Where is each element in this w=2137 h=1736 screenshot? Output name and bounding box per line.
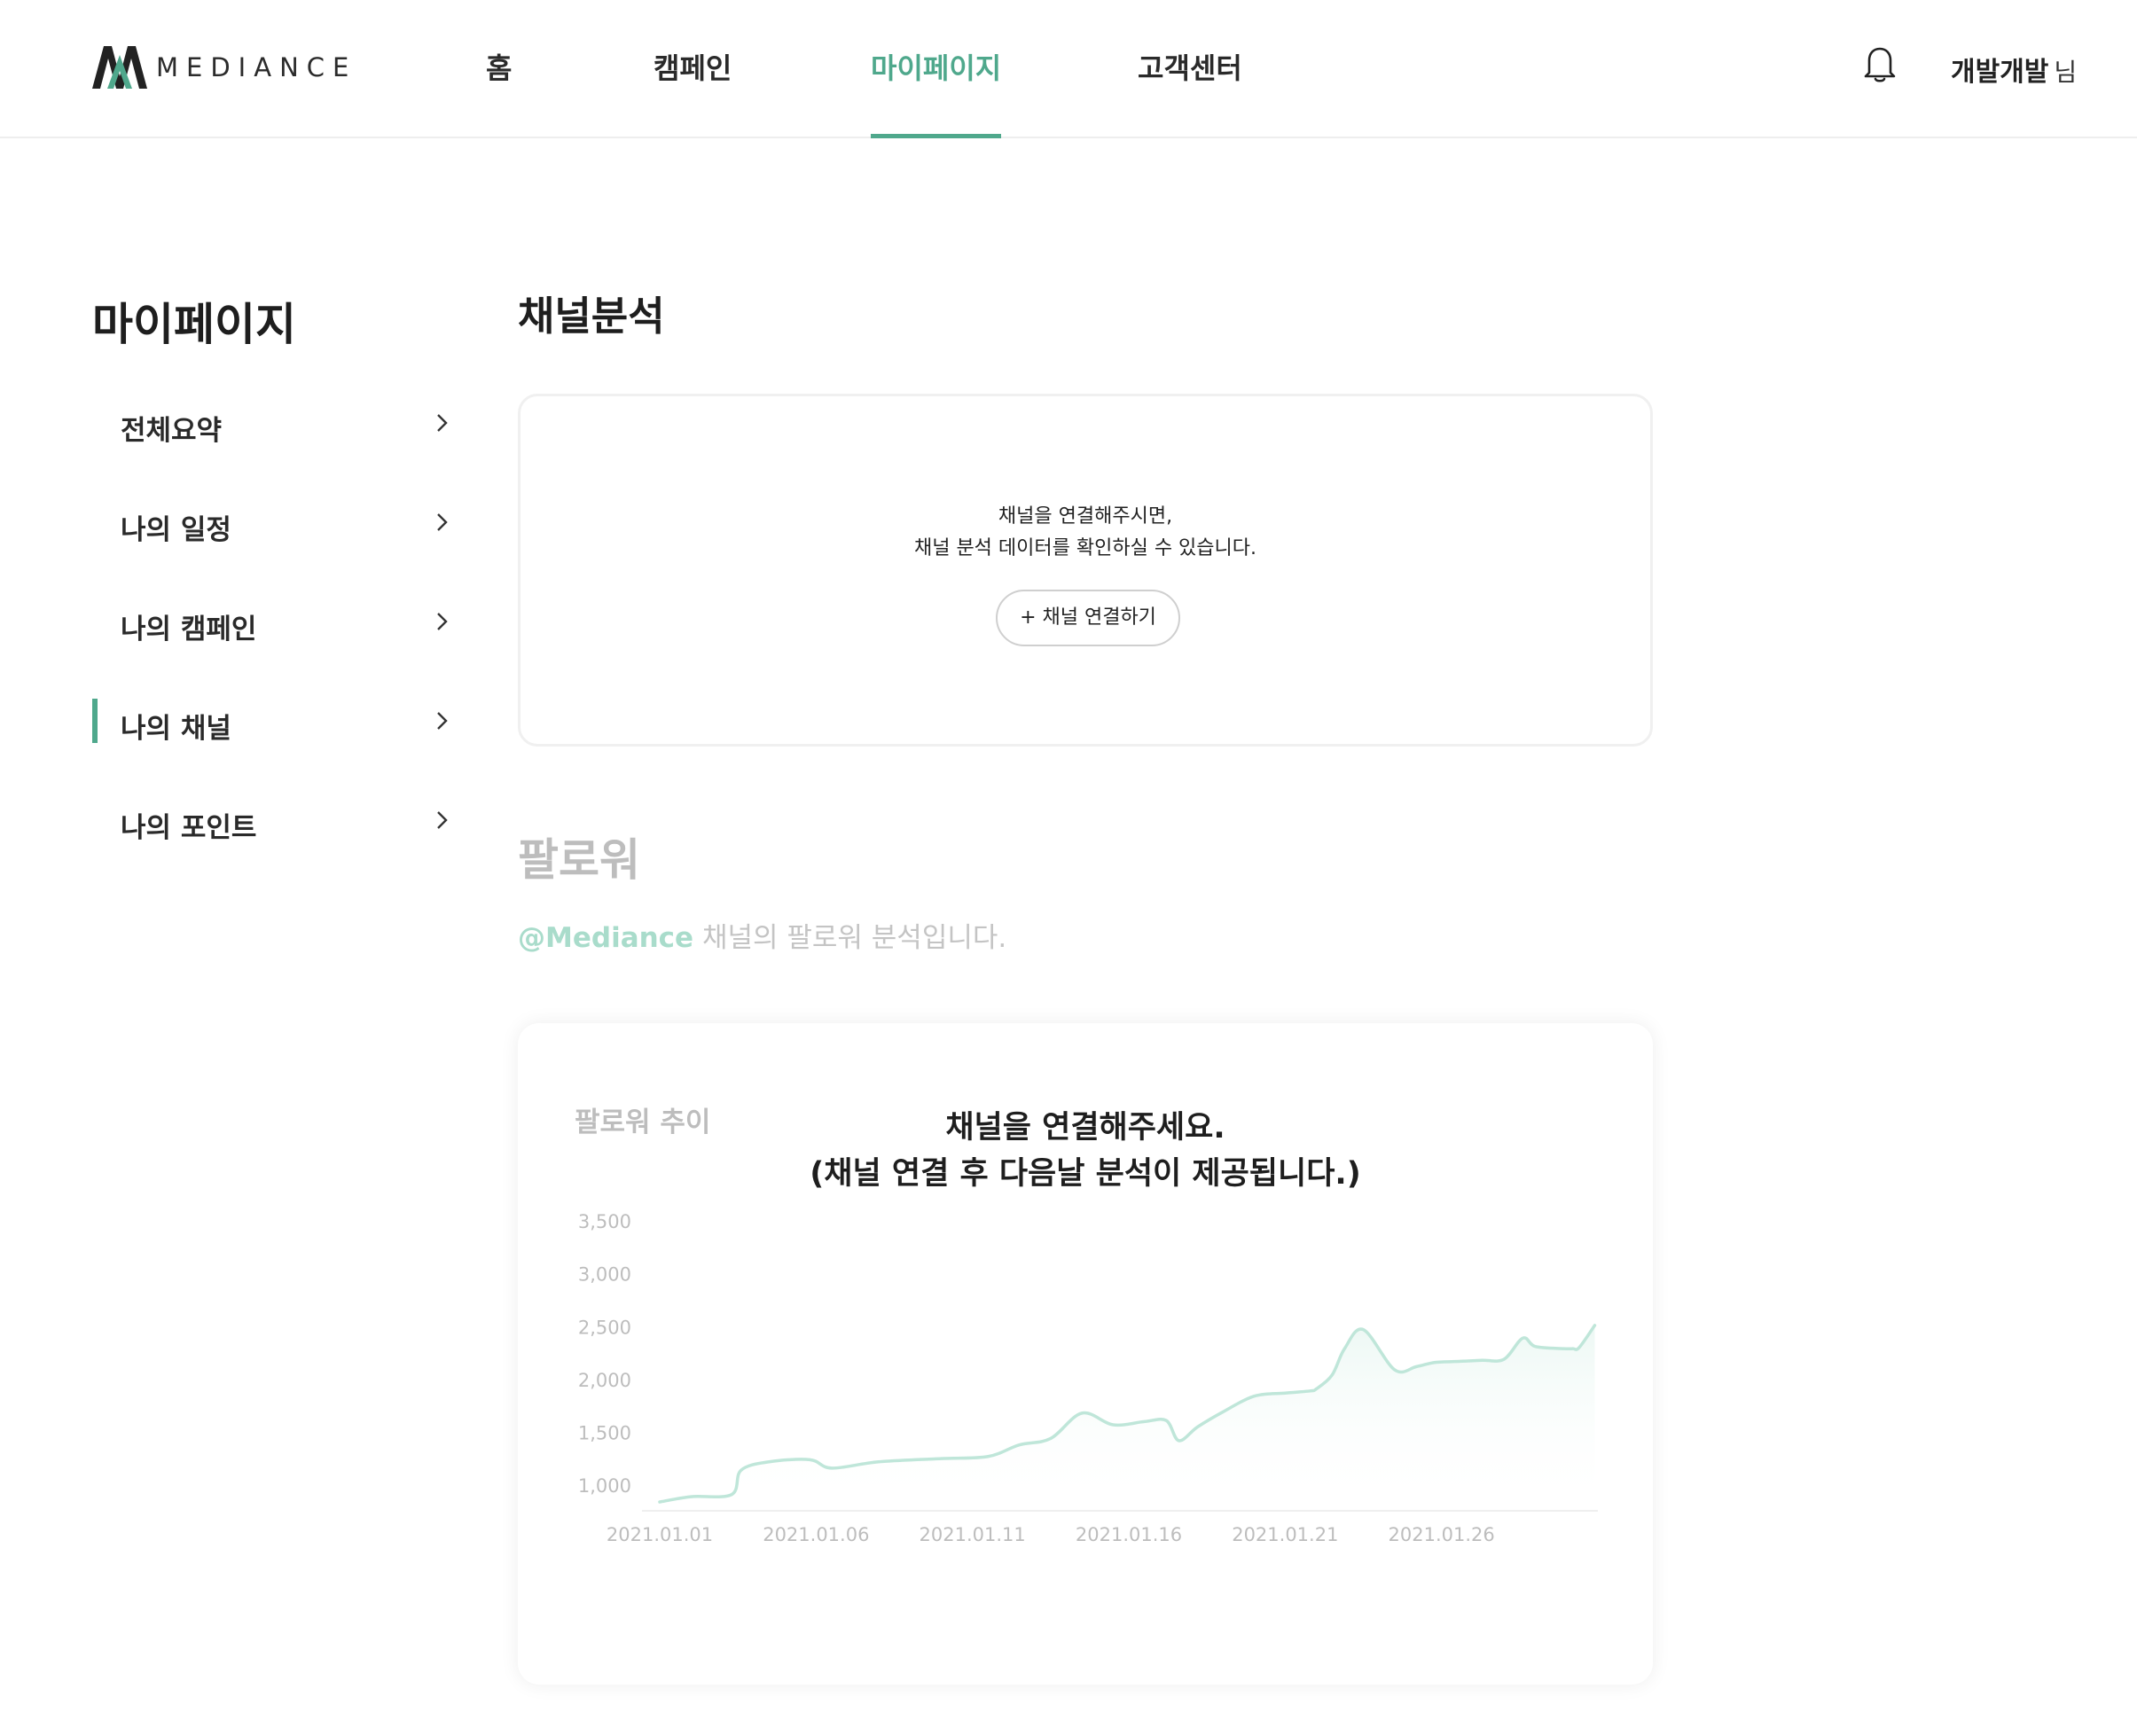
y-tick-label: 2,500 (578, 1317, 631, 1338)
channel-connect-card: 채널을 연결해주시면, 채널 분석 데이터를 확인하실 수 있습니다. + 채널… (518, 394, 1653, 747)
chevron-right-icon (437, 513, 448, 531)
chevron-right-icon (437, 414, 448, 432)
connect-channel-button[interactable]: + 채널 연결하기 (996, 590, 1180, 646)
connect-message: 채널을 연결해주시면, 채널 분석 데이터를 확인하실 수 있습니다. (521, 501, 1650, 565)
chevron-right-icon (437, 613, 448, 630)
overlay-line2: (채널 연결 후 다음날 분석이 제공됩니다.) (810, 1156, 1361, 1192)
y-tick-label: 2,000 (578, 1370, 631, 1391)
user-suffix: 님 (2054, 58, 2078, 87)
logo-wordmark: MEDIANCE (156, 52, 357, 82)
sidebar-title: 마이페이지 (92, 299, 296, 350)
sidebar-item-label: 나의 채널 (121, 713, 231, 745)
follower-title: 팔로워 (518, 834, 640, 886)
channel-analysis-title: 채널분석 (518, 293, 665, 340)
sidebar-item-label: 나의 캠페인 (121, 614, 257, 645)
channel-handle: @Mediance (518, 922, 694, 954)
chevron-right-icon (437, 811, 448, 829)
y-tick-label: 3,000 (578, 1264, 631, 1286)
sidebar-item-channel[interactable]: 나의 채널 (92, 699, 452, 745)
follower-description: @Mediance 채널의 팔로워 분석입니다. (518, 915, 1006, 955)
x-tick-label: 2021.01.21 (1232, 1524, 1338, 1545)
sidebar-item-label: 전체요약 (121, 415, 223, 447)
chevron-right-icon (437, 712, 448, 730)
active-indicator (92, 699, 98, 743)
x-tick-label: 2021.01.06 (763, 1524, 869, 1545)
user-name: 개발개발 (1951, 57, 2049, 88)
follower-area (660, 1325, 1595, 1507)
x-tick-label: 2021.01.26 (1389, 1524, 1495, 1545)
follower-description-text: 채널의 팔로워 분석입니다. (701, 922, 1007, 954)
brand-logo[interactable]: MEDIANCE (92, 46, 356, 89)
nav-customer-center[interactable]: 고객센터 (1138, 46, 1242, 138)
nav-mypage[interactable]: 마이페이지 (871, 46, 1002, 138)
user-menu[interactable]: 개발개발 님 (1951, 50, 2077, 89)
y-tick-label: 1,500 (578, 1423, 631, 1444)
sidebar-item-label: 나의 일정 (121, 514, 231, 546)
x-tick-label: 2021.01.11 (920, 1524, 1026, 1545)
x-tick-label: 2021.01.16 (1076, 1524, 1182, 1545)
follower-chart-card: 1,000 1,500 2,000 2,500 3,000 3,500 2021.01.0… (518, 1023, 1653, 1685)
connect-overlay-message: 채널을 연결해주세요. (채널 연결 후 다음날 분석이 제공됩니다.) (518, 1105, 1653, 1197)
nav-home[interactable]: 홈 (486, 46, 512, 138)
overlay-line1: 채널을 연결해주세요. (945, 1110, 1225, 1146)
bell-icon[interactable] (1862, 44, 1898, 83)
mediance-logo-icon (92, 46, 147, 89)
y-tick-label: 3,500 (578, 1211, 631, 1232)
sidebar-item-campaign[interactable]: 나의 캠페인 (92, 599, 452, 645)
sidebar-item-point[interactable]: 나의 포인트 (92, 798, 452, 844)
connect-message-line1: 채널을 연결해주시면, (998, 505, 1173, 528)
sidebar-item-schedule[interactable]: 나의 일정 (92, 500, 452, 546)
sidebar-item-label: 나의 포인트 (121, 812, 257, 844)
top-header: MEDIANCE 홈 캠페인 마이페이지 고객센터 개발개발 님 (0, 0, 2137, 138)
nav-campaign[interactable]: 캠페인 (654, 46, 732, 138)
y-tick-label: 1,000 (578, 1475, 631, 1497)
connect-message-line2: 채널 분석 데이터를 확인하실 수 있습니다. (913, 537, 1257, 559)
sidebar-item-summary[interactable]: 전체요약 (92, 401, 452, 447)
x-tick-label: 2021.01.01 (607, 1524, 713, 1545)
